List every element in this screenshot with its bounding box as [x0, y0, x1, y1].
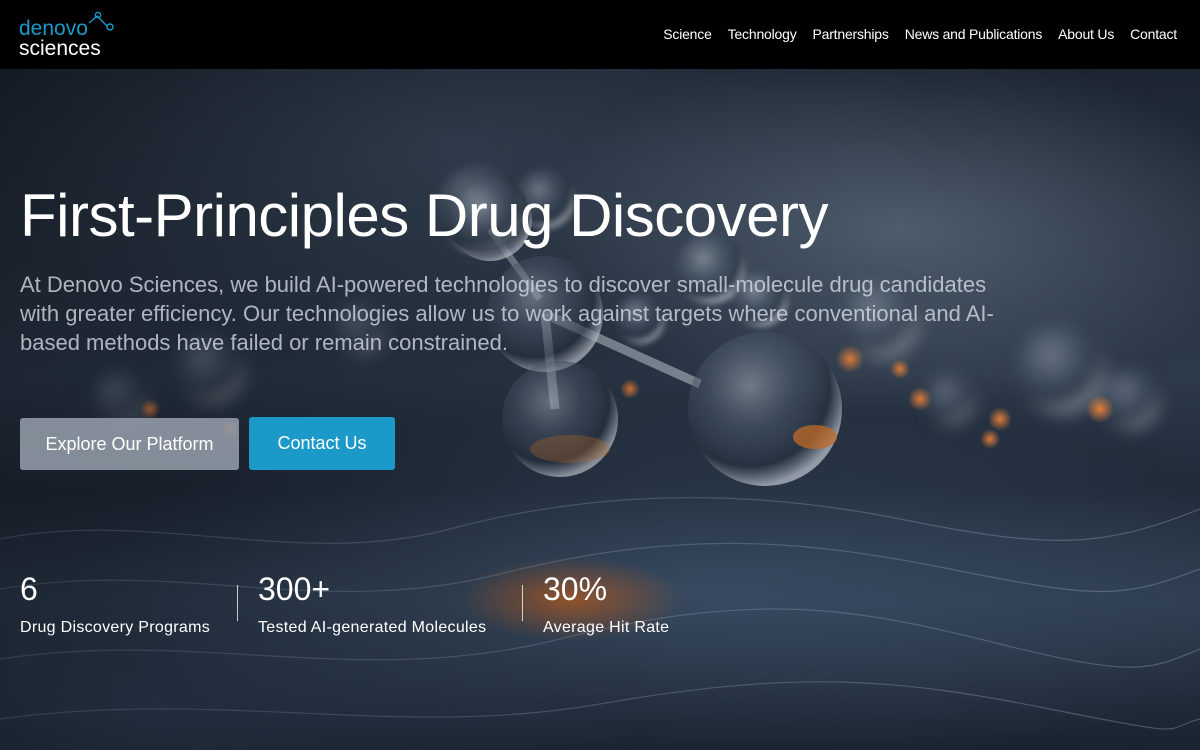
molecule-icon [88, 11, 114, 31]
hero-section [0, 69, 1200, 750]
stat-label: Average Hit Rate [543, 619, 670, 636]
site-header: denovo sciences Science Technology Partn… [0, 0, 1200, 69]
stat-label: Tested AI-generated Molecules [258, 619, 487, 636]
explore-platform-button[interactable]: Explore Our Platform [20, 418, 239, 470]
hero-title: First-Principles Drug Discovery [20, 182, 828, 249]
stat-average-hit-rate: 30% Average Hit Rate [543, 570, 669, 638]
stat-divider [522, 585, 523, 621]
stat-label: Drug Discovery Programs [20, 619, 211, 636]
nav-item-contact[interactable]: Contact [1130, 26, 1177, 42]
stat-tested-molecules: 300+ Tested AI-generated Molecules [258, 570, 486, 638]
nav-item-science[interactable]: Science [663, 26, 712, 42]
nav-item-about-us[interactable]: About Us [1058, 26, 1114, 42]
hero-overlay [0, 69, 1200, 750]
main-navigation: Science Technology Partnerships News and… [663, 26, 1177, 42]
stat-value: 300+ [258, 571, 331, 607]
nav-item-technology[interactable]: Technology [728, 26, 797, 42]
logo-wordmark-bottom: sciences [19, 37, 101, 60]
contact-us-button[interactable]: Contact Us [249, 417, 395, 470]
denovo-sciences-logo[interactable]: denovo sciences [19, 10, 119, 60]
hero-description: At Denovo Sciences, we build AI-powered … [20, 272, 994, 355]
nav-item-partnerships[interactable]: Partnerships [813, 26, 889, 42]
stat-value: 6 [20, 571, 38, 607]
nav-item-news-and-publications[interactable]: News and Publications [905, 26, 1043, 42]
stat-divider [237, 585, 238, 621]
stat-value: 30% [543, 571, 608, 607]
stat-drug-discovery-programs: 6 Drug Discovery Programs [20, 570, 210, 638]
